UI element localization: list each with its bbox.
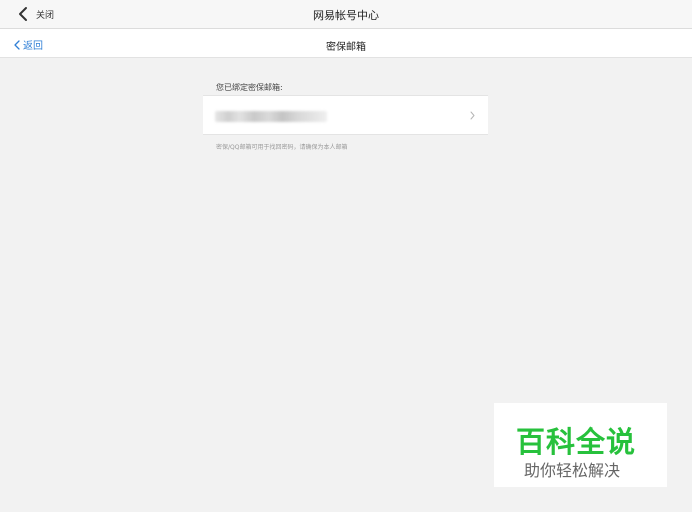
watermark: 百科全说 助你轻松解决 bbox=[494, 403, 667, 487]
bound-email-row[interactable] bbox=[203, 95, 488, 135]
nav-bar: 返回 密保邮箱 bbox=[0, 29, 692, 58]
page-title: 密保邮箱 bbox=[326, 42, 366, 53]
hint-text: 密保/QQ邮箱可用于找回密码，请确保为本人邮箱 bbox=[216, 144, 348, 151]
app-title: 网易帐号中心 bbox=[313, 9, 379, 22]
chevron-right-icon bbox=[470, 111, 475, 120]
watermark-subtitle: 助你轻松解决 bbox=[524, 461, 621, 480]
email-value-blurred bbox=[215, 111, 327, 122]
watermark-title: 百科全说 bbox=[516, 425, 637, 459]
section-label: 您已绑定密保邮箱: bbox=[216, 83, 283, 92]
top-bar: 关闭 网易帐号中心 bbox=[0, 0, 692, 29]
